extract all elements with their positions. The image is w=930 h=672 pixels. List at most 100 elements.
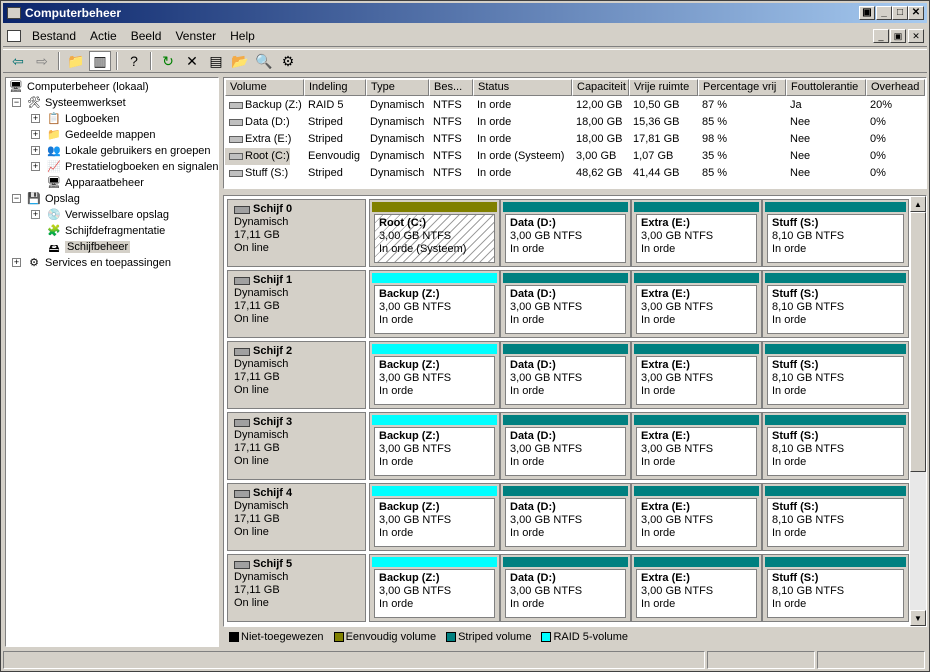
partition[interactable]: Data (D:) 3,00 GB NTFS In orde — [500, 554, 631, 622]
partition[interactable]: Stuff (S:) 8,10 GB NTFS In orde — [762, 483, 909, 551]
tree-item-verwisselbare-opslag[interactable]: 💿 Verwisselbare opslag — [46, 207, 169, 223]
partition[interactable]: Backup (Z:) 3,00 GB NTFS In orde — [369, 483, 500, 551]
search-icon[interactable]: 🔍 — [253, 51, 275, 71]
partition[interactable]: Stuff (S:) 8,10 GB NTFS In orde — [762, 341, 909, 409]
tree-item-systeemwerkset[interactable]: 🛠 Systeemwerkset — [26, 95, 126, 111]
expand-icon[interactable]: + — [31, 130, 40, 139]
vertical-scrollbar[interactable]: ▲ ▼ — [910, 196, 926, 626]
partition[interactable]: Data (D:) 3,00 GB NTFS In orde — [500, 270, 631, 338]
scroll-thumb[interactable] — [910, 212, 926, 472]
partition[interactable]: Stuff (S:) 8,10 GB NTFS In orde — [762, 412, 909, 480]
tree-item-label: Opslag — [45, 193, 80, 205]
partition-info: Root (C:) 3,00 GB NTFS In orde (Systeem) — [374, 214, 495, 263]
disk-label[interactable]: Schijf 4 Dynamisch 17,11 GB On line — [227, 483, 366, 551]
menu-beeld[interactable]: Beeld — [124, 29, 169, 43]
tree-item-lokale-gebruikers[interactable]: 👥 Lokale gebruikers en groepen — [46, 143, 210, 159]
disk-label[interactable]: Schijf 5 Dynamisch 17,11 GB On line — [227, 554, 366, 622]
mdi-close-button[interactable]: ✕ — [908, 29, 924, 43]
disk-label[interactable]: Schijf 3 Dynamisch 17,11 GB On line — [227, 412, 366, 480]
collapse-icon[interactable]: − — [12, 194, 21, 203]
open-icon[interactable]: 📂 — [229, 51, 251, 71]
tree-item-prestatielogboeken[interactable]: 📈 Prestatielogboeken en signalen — [46, 159, 218, 175]
maximize-button[interactable]: □ — [892, 6, 908, 20]
disk-label[interactable]: Schijf 0 Dynamisch 17,11 GB On line — [227, 199, 366, 267]
refresh-icon[interactable]: ↻ — [157, 51, 179, 71]
tree-item-schijfdefragmentatie[interactable]: 🧩 Schijfdefragmentatie — [46, 223, 165, 239]
column-header-volume[interactable]: Volume — [225, 79, 304, 96]
tree-root[interactable]: 🖥 Computerbeheer (lokaal) — [8, 79, 149, 95]
expand-icon[interactable]: + — [31, 114, 40, 123]
partition[interactable]: Extra (E:) 3,00 GB NTFS In orde — [631, 199, 762, 267]
column-header-overhead[interactable]: Overhead — [866, 79, 925, 96]
column-header-fouttolerantie[interactable]: Fouttolerantie — [786, 79, 866, 96]
partition[interactable]: Stuff (S:) 8,10 GB NTFS In orde — [762, 554, 909, 622]
restore-icon[interactable]: ▣ — [859, 6, 875, 20]
partition[interactable]: Root (C:) 3,00 GB NTFS In orde (Systeem) — [369, 199, 500, 267]
table-row[interactable]: Extra (E:) Striped Dynamisch NTFS In orde 18,… — [225, 131, 925, 148]
column-header-bestandssysteem[interactable]: Bes... — [429, 79, 473, 96]
expand-icon[interactable]: + — [31, 210, 40, 219]
partition[interactable]: Stuff (S:) 8,10 GB NTFS In orde — [762, 270, 909, 338]
tree-item-services[interactable]: ⚙ Services en toepassingen — [26, 255, 171, 271]
collapse-icon[interactable]: − — [12, 98, 21, 107]
partition[interactable]: Data (D:) 3,00 GB NTFS In orde — [500, 483, 631, 551]
delete-icon[interactable]: ✕ — [181, 51, 203, 71]
table-cell: NTFS — [433, 150, 462, 162]
partition[interactable]: Extra (E:) 3,00 GB NTFS In orde — [631, 483, 762, 551]
up-folder-icon[interactable]: 📁 — [65, 51, 87, 71]
partition[interactable]: Backup (Z:) 3,00 GB NTFS In orde — [369, 554, 500, 622]
expand-icon[interactable]: + — [12, 258, 21, 267]
column-header-vrije-ruimte[interactable]: Vrije ruimte — [629, 79, 698, 96]
partition[interactable]: Backup (Z:) 3,00 GB NTFS In orde — [369, 341, 500, 409]
scroll-down-icon[interactable]: ▼ — [910, 610, 926, 626]
tree-item-logboeken[interactable]: 📋 Logboeken — [46, 111, 119, 127]
menu-help[interactable]: Help — [223, 29, 262, 43]
disk-icon — [234, 276, 250, 285]
menu-actie[interactable]: Actie — [83, 29, 124, 43]
scroll-up-icon[interactable]: ▲ — [910, 196, 926, 212]
tree-item-schijfbeheer[interactable]: 🖴 Schijfbeheer — [46, 239, 131, 255]
menu-bestand[interactable]: Bestand — [25, 29, 83, 43]
partition[interactable]: Data (D:) 3,00 GB NTFS In orde — [500, 412, 631, 480]
table-row[interactable]: Stuff (S:) Striped Dynamisch NTFS In orde 48,… — [225, 165, 925, 182]
mdi-restore-button[interactable]: ▣ — [890, 29, 906, 43]
back-icon[interactable]: ⇦ — [7, 51, 29, 71]
tree-item-label: Systeemwerkset — [45, 97, 126, 109]
partition[interactable]: Extra (E:) 3,00 GB NTFS In orde — [631, 554, 762, 622]
partition[interactable]: Backup (Z:) 3,00 GB NTFS In orde — [369, 270, 500, 338]
tree-item-apparaatbeheer[interactable]: 🖥 Apparaatbeheer — [46, 175, 144, 191]
column-header-capaciteit[interactable]: Capaciteit — [572, 79, 629, 96]
partition-info: Data (D:) 3,00 GB NTFS In orde — [505, 214, 626, 263]
table-row[interactable]: Backup (Z:) RAID 5 Dynamisch NTFS In orde 12,… — [225, 97, 925, 114]
table-row[interactable]: Root (C:) Eenvoudig Dynamisch NTFS In orde (… — [225, 148, 925, 165]
table-row[interactable]: Data (D:) Striped Dynamisch NTFS In orde 18,0… — [225, 114, 925, 131]
properties-icon[interactable]: ▤ — [205, 51, 227, 71]
disk-icon — [234, 205, 250, 214]
column-header-indeling[interactable]: Indeling — [304, 79, 366, 96]
help-icon[interactable]: ? — [123, 51, 145, 71]
expand-icon[interactable]: + — [31, 162, 40, 171]
close-button[interactable]: ✕ — [908, 6, 924, 20]
column-header-percentage-vrij[interactable]: Percentage vrij — [698, 79, 786, 96]
partition[interactable]: Extra (E:) 3,00 GB NTFS In orde — [631, 341, 762, 409]
partition[interactable]: Extra (E:) 3,00 GB NTFS In orde — [631, 270, 762, 338]
mdi-minimize-button[interactable]: _ — [873, 29, 889, 43]
partition[interactable]: Stuff (S:) 8,10 GB NTFS In orde — [762, 199, 909, 267]
partition[interactable]: Data (D:) 3,00 GB NTFS In orde — [500, 199, 631, 267]
disk-label[interactable]: Schijf 1 Dynamisch 17,11 GB On line — [227, 270, 366, 338]
show-hide-tree-icon[interactable]: ▥ — [89, 51, 111, 71]
forward-icon[interactable]: ⇨ — [31, 51, 53, 71]
column-header-type[interactable]: Type — [366, 79, 429, 96]
column-header-status[interactable]: Status — [473, 79, 572, 96]
partition[interactable]: Extra (E:) 3,00 GB NTFS In orde — [631, 412, 762, 480]
partition[interactable]: Backup (Z:) 3,00 GB NTFS In orde — [369, 412, 500, 480]
tree-item-opslag[interactable]: 💾 Opslag — [26, 191, 80, 207]
disk-label[interactable]: Schijf 2 Dynamisch 17,11 GB On line — [227, 341, 366, 409]
partition-info: Backup (Z:) 3,00 GB NTFS In orde — [374, 498, 495, 547]
partition[interactable]: Data (D:) 3,00 GB NTFS In orde — [500, 341, 631, 409]
settings-icon[interactable]: ⚙ — [277, 51, 299, 71]
expand-icon[interactable]: + — [31, 146, 40, 155]
minimize-button[interactable]: _ — [876, 6, 892, 20]
tree-item-gedeelde-mappen[interactable]: 📁 Gedeelde mappen — [46, 127, 155, 143]
menu-venster[interactable]: Venster — [168, 29, 223, 43]
